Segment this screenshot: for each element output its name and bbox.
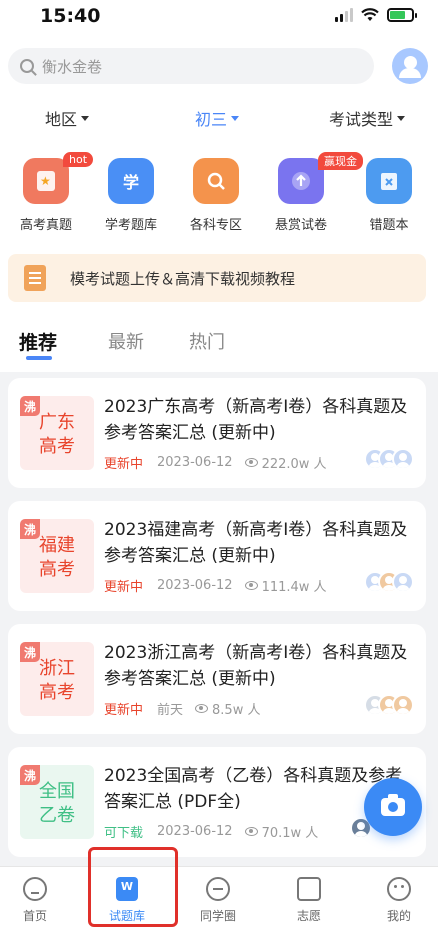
tab-latest[interactable]: 最新 — [108, 328, 144, 354]
card-status: 更新中 — [104, 703, 144, 718]
search-book-icon — [193, 158, 239, 204]
card-views: 111.4w 人 — [261, 580, 327, 595]
avatar[interactable] — [392, 48, 428, 84]
tab-indicator — [26, 356, 52, 360]
caret-down-icon — [397, 115, 406, 121]
eye-icon — [244, 827, 258, 836]
card-views: 222.0w 人 — [261, 457, 327, 472]
wrong-notebook-icon — [366, 158, 412, 204]
card-title: 2023福建高考（新高考Ⅰ卷）各科真题及参考答案汇总 (更新中) — [104, 520, 408, 566]
camera-icon — [381, 794, 405, 816]
signal-icon — [335, 8, 353, 22]
eye-icon — [244, 458, 258, 467]
search-icon — [20, 59, 34, 73]
card-status: 可下载 — [104, 826, 144, 841]
highlight-box — [88, 847, 178, 927]
card-status: 更新中 — [104, 457, 144, 472]
quick-entry-bounty[interactable]: 赢现金 悬赏试卷 — [261, 152, 363, 233]
eye-icon — [195, 704, 209, 713]
card-date: 2023-06-12 — [157, 578, 233, 593]
quick-entry-subjects[interactable]: 各科专区 — [176, 158, 256, 233]
upload-icon: 赢现金 — [278, 152, 363, 204]
eye-icon — [244, 581, 258, 590]
document-icon — [24, 265, 46, 291]
caret-down-icon — [81, 115, 90, 121]
quick-entries: ★ hot 高考真题 学 学考题库 各科专区 赢现金 悬赏试卷 错题本 — [0, 152, 438, 238]
quick-entry-wrongbook[interactable]: 错题本 — [349, 158, 429, 233]
card-meta: 更新中 2023-06-12 111.4w 人 — [104, 576, 327, 595]
tab-classmates[interactable]: 同学圈 — [183, 877, 253, 924]
chat-icon — [206, 877, 230, 901]
card-views: 70.1w 人 — [261, 826, 319, 841]
card-thumbnail: 沸 全国 乙卷 — [20, 765, 94, 839]
search-input[interactable]: 衡水金卷 — [8, 48, 374, 84]
tab-recommend[interactable]: 推荐 — [19, 328, 57, 355]
tab-mine[interactable]: 我的 — [364, 877, 434, 924]
card-meta: 更新中 2023-06-12 222.0w 人 — [104, 453, 327, 472]
reader-avatars — [364, 448, 414, 470]
reader-avatars — [364, 694, 414, 716]
card-title: 2023浙江高考（新高考Ⅰ卷）各科真题及参考答案汇总 (更新中) — [104, 643, 408, 689]
quick-entry-gaokao[interactable]: ★ hot 高考真题 — [6, 152, 94, 233]
card-date: 前天 — [157, 703, 184, 718]
card-thumbnail: 沸 广东 高考 — [20, 396, 94, 470]
avatar — [392, 448, 414, 470]
header-area: 15:40 衡水金卷 地区 初三 考试类型 ★ hot 高考真题 学 学考题库 各… — [0, 0, 438, 372]
card-views: 8.5w 人 — [212, 703, 261, 718]
filter-grade[interactable]: 初三 — [195, 106, 240, 130]
tab-home[interactable]: 首页 — [0, 877, 70, 924]
card-meta: 更新中 前天 8.5w 人 — [104, 699, 260, 718]
bottom-tab-bar: 首页 试题库 同学圈 志愿 我的 — [0, 866, 438, 929]
study-icon: 学 — [108, 158, 154, 204]
quick-entry-xuekao[interactable]: 学 学考题库 — [91, 158, 171, 233]
tab-aspiration[interactable]: 志愿 — [274, 877, 344, 924]
hot-badge: hot — [63, 152, 94, 167]
wifi-icon — [361, 8, 379, 21]
list-item[interactable]: 沸 浙江 高考 2023浙江高考（新高考Ⅰ卷）各科真题及参考答案汇总 (更新中) … — [8, 624, 426, 734]
bookmark-star-icon: ★ hot — [23, 152, 94, 204]
reader-avatars — [364, 571, 414, 593]
status-time: 15:40 — [40, 5, 101, 27]
card-thumbnail: 沸 浙江 高考 — [20, 642, 94, 716]
tab-hot[interactable]: 热门 — [189, 328, 225, 354]
tutorial-banner[interactable]: 模考试题上传＆高清下载视频教程 — [8, 254, 426, 302]
camera-button[interactable] — [364, 778, 422, 836]
filter-bar: 地区 初三 考试类型 — [0, 106, 438, 130]
card-thumbnail: 沸 福建 高考 — [20, 519, 94, 593]
list-item[interactable]: 沸 福建 高考 2023福建高考（新高考Ⅰ卷）各科真题及参考答案汇总 (更新中) … — [8, 501, 426, 611]
search-placeholder: 衡水金卷 — [42, 57, 103, 76]
filter-region[interactable]: 地区 — [45, 106, 90, 130]
card-meta: 可下载 2023-06-12 70.1w 人 — [104, 822, 318, 841]
caret-down-icon — [231, 115, 240, 121]
battery-icon — [387, 8, 417, 22]
card-date: 2023-06-12 — [157, 455, 233, 470]
card-date: 2023-06-12 — [157, 824, 233, 839]
graduation-cap-icon — [297, 877, 321, 901]
card-title: 2023广东高考（新高考Ⅰ卷）各科真题及参考答案汇总 (更新中) — [104, 397, 408, 443]
home-icon — [23, 877, 47, 901]
feed-tabs: 推荐 最新 热门 — [0, 328, 438, 364]
status-bar: 15:40 — [0, 0, 438, 36]
filter-exam-type[interactable]: 考试类型 — [329, 106, 406, 130]
avatar — [392, 571, 414, 593]
card-status: 更新中 — [104, 580, 144, 595]
list-item[interactable]: 沸 广东 高考 2023广东高考（新高考Ⅰ卷）各科真题及参考答案汇总 (更新中) … — [8, 378, 426, 488]
avatar — [392, 694, 414, 716]
profile-face-icon — [387, 877, 411, 901]
